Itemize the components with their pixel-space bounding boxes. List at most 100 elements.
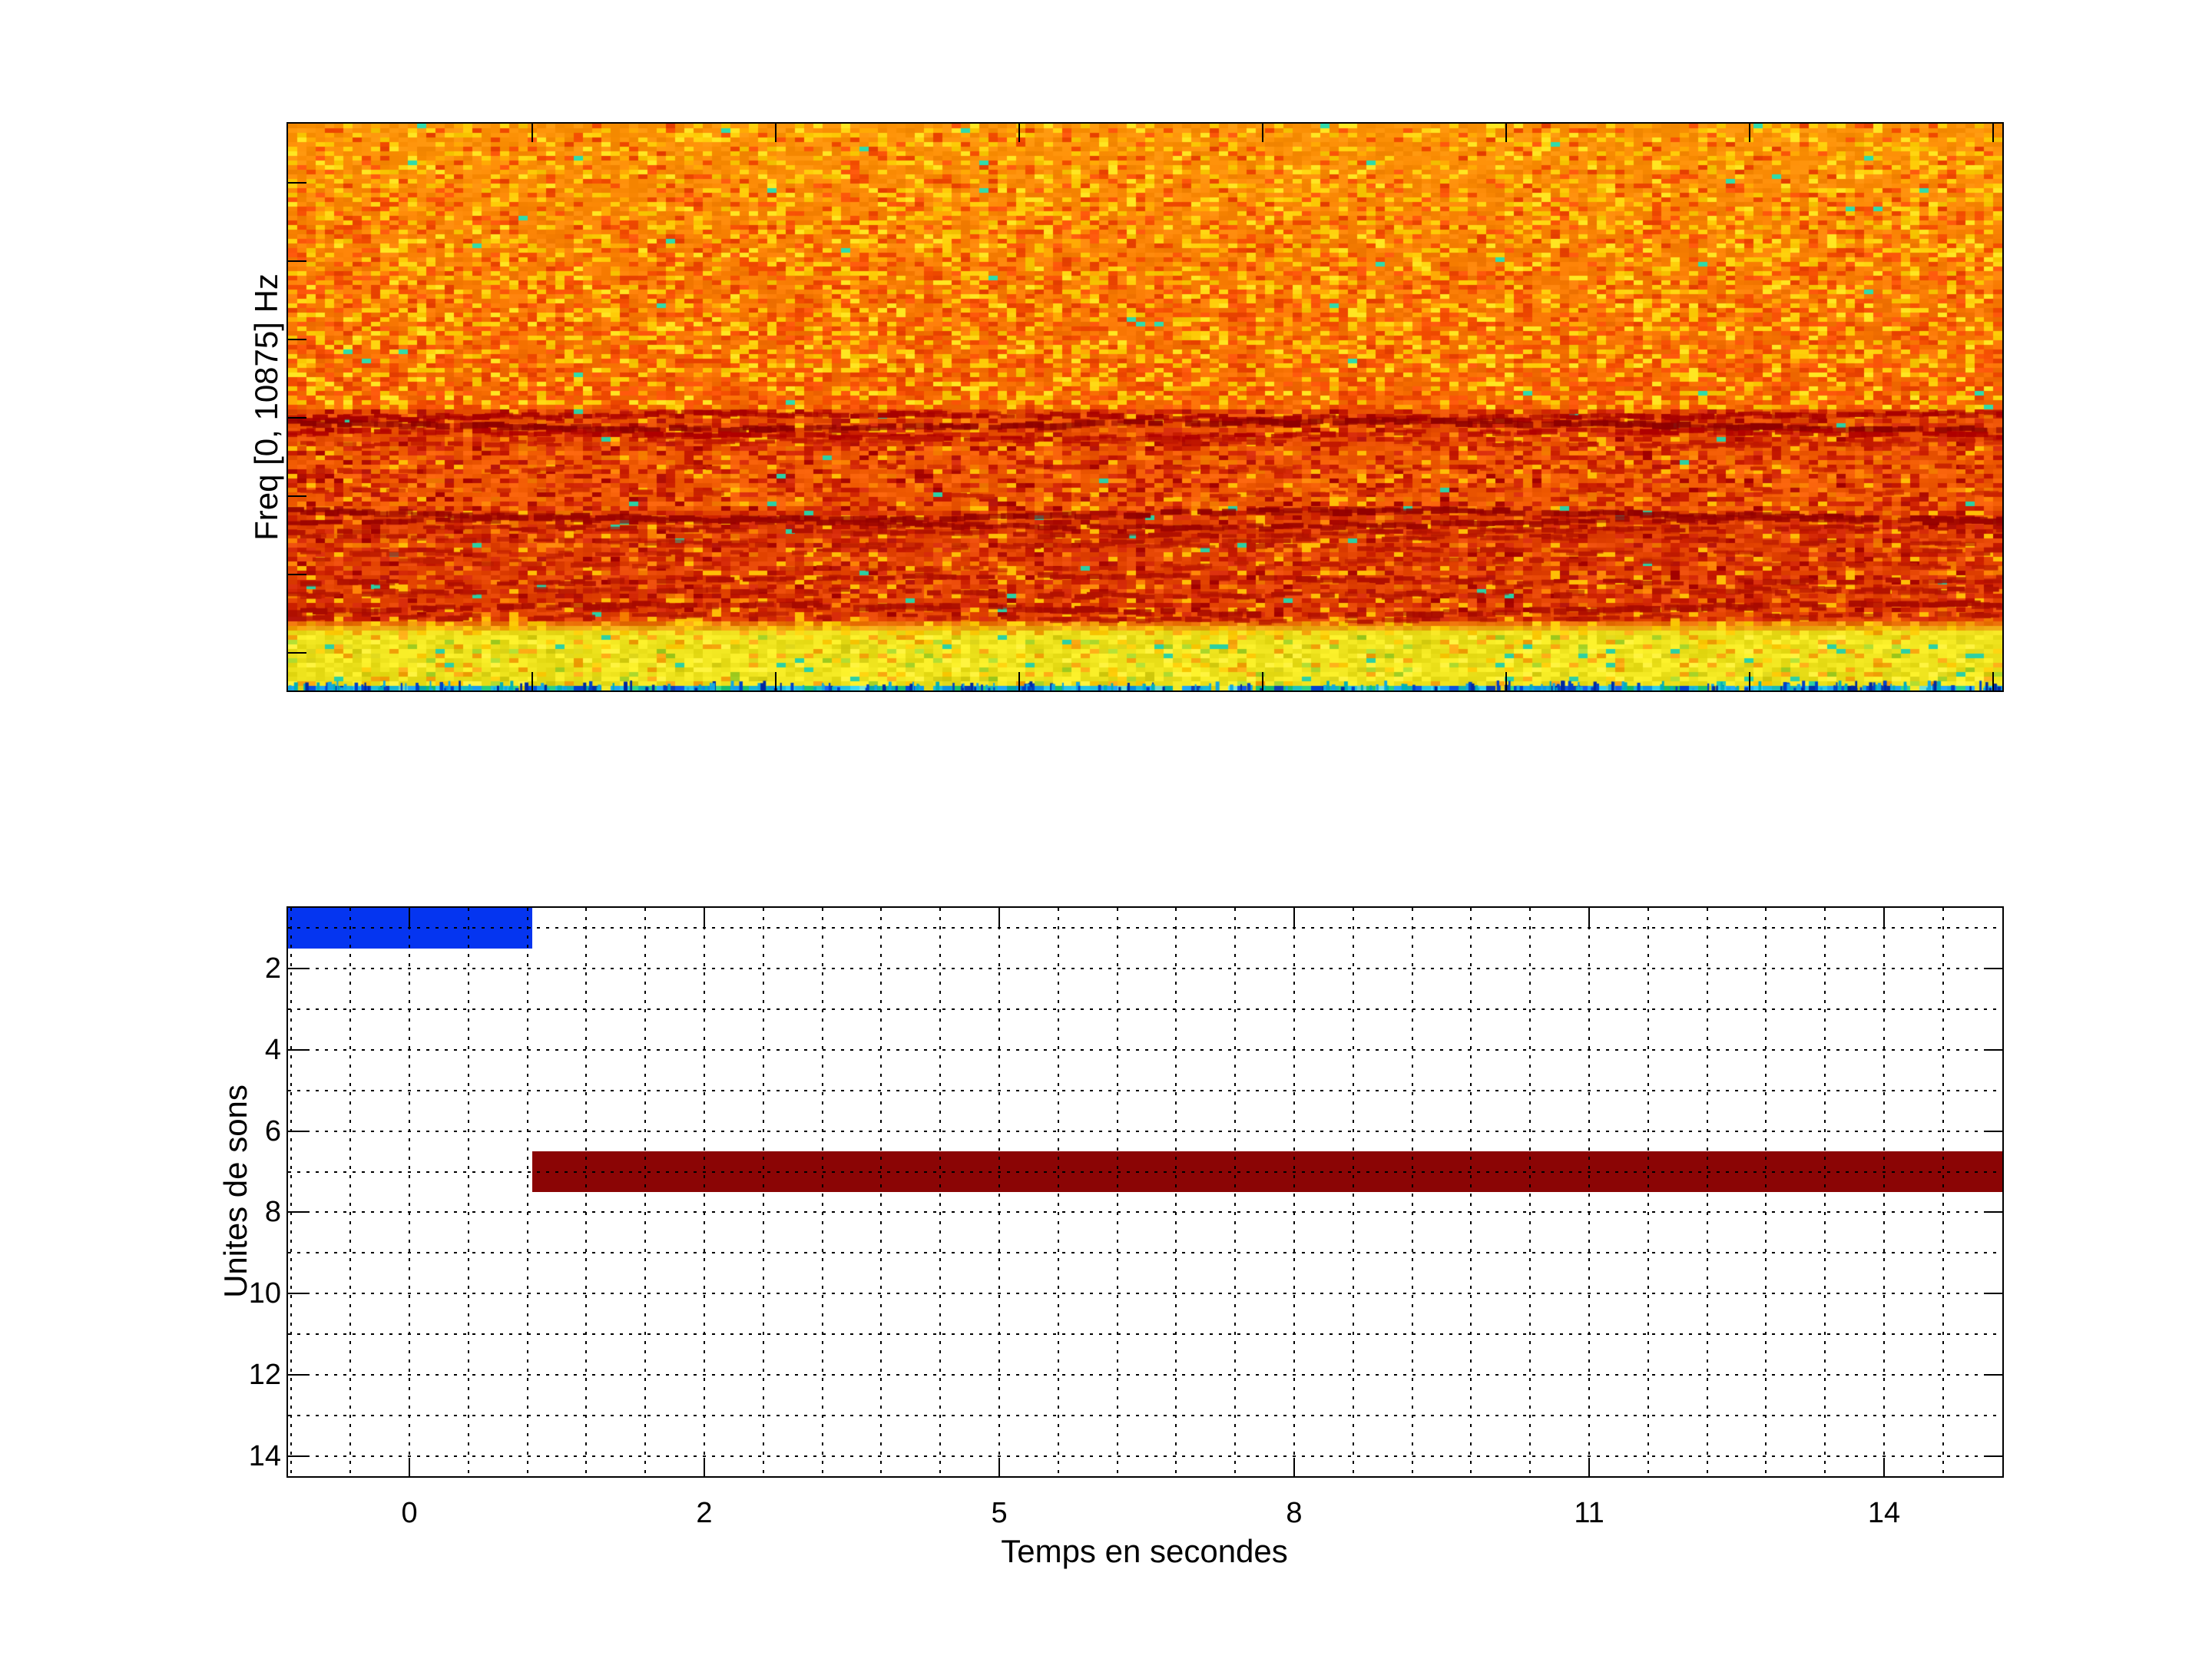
y-axis-label: Unites de sons — [217, 1084, 253, 1298]
grid-line-vertical — [409, 908, 410, 1476]
spectrogram-left-tick — [288, 652, 306, 654]
x-tick-label: 8 — [1286, 1497, 1303, 1529]
spectrogram-bottom-tick — [531, 672, 534, 690]
grid-line-vertical — [1824, 908, 1826, 1476]
y-tick-label: 12 — [248, 1358, 281, 1391]
x-axis-tick-bottom — [1293, 1458, 1295, 1476]
spectrogram-top-tick — [775, 124, 777, 142]
spectrogram-plot-area — [286, 122, 2004, 692]
y-axis-tick-left — [288, 1373, 306, 1376]
grid-line-horizontal — [288, 1293, 2002, 1295]
x-tick-label: 0 — [401, 1497, 418, 1529]
spectrogram-top-tick — [531, 124, 534, 142]
grid-line-horizontal — [288, 1130, 2002, 1132]
x-axis-tick-bottom — [409, 1458, 411, 1476]
grid-line-vertical — [644, 908, 647, 1476]
grid-line-horizontal — [288, 1008, 2002, 1011]
grid-line-horizontal — [288, 1414, 2002, 1416]
x-axis-tick-bottom — [998, 1458, 1001, 1476]
grid-line-vertical — [998, 908, 1001, 1476]
grid-line-vertical — [467, 908, 469, 1476]
spectrogram-left-tick — [288, 260, 306, 263]
y-axis-tick-left — [288, 1130, 306, 1132]
y-tick-label: 2 — [264, 952, 281, 985]
grid-line-vertical — [939, 908, 942, 1476]
y-axis-tick-right — [1984, 1049, 2002, 1051]
spectrogram-bottom-tick — [1018, 672, 1020, 690]
spectrogram-bottom-tick — [1748, 672, 1750, 690]
grid-line-vertical — [349, 908, 352, 1476]
spectrogram-image — [288, 124, 2002, 690]
y-axis-tick-right — [1984, 1211, 2002, 1214]
y-axis-tick-left — [288, 1455, 306, 1457]
x-tick-label: 11 — [1574, 1497, 1604, 1529]
x-tick-label: 2 — [696, 1497, 713, 1529]
spectrogram-ylabel: Freq [0, 10875] Hz — [248, 273, 284, 541]
grid-line-horizontal — [288, 1211, 2002, 1214]
grid-line-vertical — [1706, 908, 1708, 1476]
grid-line-vertical — [1352, 908, 1354, 1476]
grid-line-vertical — [821, 908, 823, 1476]
activity-plot-area — [286, 906, 2004, 1478]
spectrogram-bottom-tick — [1992, 672, 1994, 690]
figure-window: { "figure": { "background": "#FFFFFF" },… — [0, 0, 2212, 1659]
grid-line-vertical — [1765, 908, 1767, 1476]
grid-line-horizontal — [288, 1089, 2002, 1091]
grid-line-vertical — [1234, 908, 1237, 1476]
grid-line-horizontal — [288, 1171, 2002, 1173]
spectrogram-bottom-tick — [775, 672, 777, 690]
spectrogram-top-tick — [1992, 124, 1994, 142]
x-axis-tick-top — [998, 908, 1001, 926]
spectrogram-top-tick — [1261, 124, 1263, 142]
grid-line-horizontal — [288, 1333, 2002, 1335]
grid-line-horizontal — [288, 1049, 2002, 1051]
y-tick-label: 4 — [264, 1034, 281, 1066]
x-axis-tick-top — [409, 908, 411, 926]
grid-line-vertical — [290, 908, 293, 1476]
grid-line-vertical — [1529, 908, 1532, 1476]
grid-line-vertical — [880, 908, 882, 1476]
y-axis-tick-right — [1984, 1373, 2002, 1376]
spectrogram-left-tick — [288, 181, 306, 184]
spectrogram-left-tick — [288, 339, 306, 341]
grid-line-vertical — [762, 908, 764, 1476]
grid-line-horizontal — [288, 1252, 2002, 1254]
grid-line-vertical — [1588, 908, 1591, 1476]
grid-line-horizontal — [288, 1373, 2002, 1376]
x-axis-tick-bottom — [1883, 1458, 1885, 1476]
spectrogram-top-tick — [1018, 124, 1020, 142]
y-axis-tick-left — [288, 1049, 306, 1051]
x-axis-tick-top — [1293, 908, 1295, 926]
spectrogram-bottom-tick — [1505, 672, 1507, 690]
grid-line-horizontal — [288, 927, 2002, 929]
spectrogram-left-tick — [288, 417, 306, 419]
x-tick-label: 5 — [991, 1497, 1008, 1529]
y-axis-tick-right — [1984, 1130, 2002, 1132]
grid-line-vertical — [585, 908, 588, 1476]
x-axis-tick-top — [1883, 908, 1885, 926]
y-axis-tick-left — [288, 1211, 306, 1214]
y-axis-tick-right — [1984, 968, 2002, 970]
y-tick-label: 14 — [248, 1439, 281, 1472]
grid-line-vertical — [1293, 908, 1296, 1476]
grid-line-horizontal — [288, 1455, 2002, 1457]
grid-line-vertical — [1883, 908, 1886, 1476]
x-tick-label: 14 — [1867, 1497, 1901, 1529]
grid-line-vertical — [1057, 908, 1059, 1476]
grid-line-vertical — [1647, 908, 1649, 1476]
y-axis-tick-left — [288, 968, 306, 970]
spectrogram-left-tick — [288, 574, 306, 576]
spectrogram-top-tick — [1748, 124, 1750, 142]
grid-line-vertical — [1470, 908, 1472, 1476]
grid-line-vertical — [1942, 908, 1944, 1476]
grid-line-vertical — [704, 908, 706, 1476]
spectrogram-left-tick — [288, 495, 306, 497]
grid-line-vertical — [1175, 908, 1177, 1476]
grid-line-vertical — [526, 908, 528, 1476]
y-axis-tick-right — [1984, 1293, 2002, 1295]
grid-line-vertical — [1116, 908, 1118, 1476]
x-axis-tick-top — [703, 908, 705, 926]
y-axis-tick-left — [288, 1293, 306, 1295]
spectrogram-bottom-tick — [1261, 672, 1263, 690]
x-axis-tick-bottom — [1588, 1458, 1591, 1476]
